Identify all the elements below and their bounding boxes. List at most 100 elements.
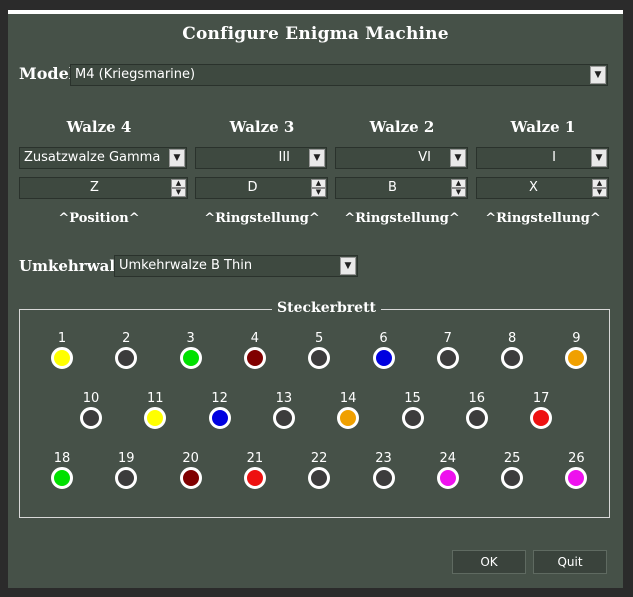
plug-number: 8	[507, 331, 517, 346]
plug-12[interactable]: 12	[205, 391, 235, 429]
config-window: Configure Enigma Machine Model M4 (Krieg…	[8, 10, 623, 588]
walze-2-rotor-select[interactable]: VI ▼	[335, 147, 468, 169]
plug-socket-icon[interactable]	[179, 347, 202, 369]
plug-socket-icon[interactable]	[144, 407, 167, 429]
walze-1-position-spinbox[interactable]: X ▲ ▼	[476, 177, 609, 199]
spin-up-icon[interactable]: ▲	[311, 179, 326, 188]
plug-socket-icon[interactable]	[179, 467, 202, 489]
plug-socket-icon[interactable]	[208, 407, 231, 429]
spin-down-icon[interactable]: ▼	[451, 188, 466, 197]
walze-3-rotor-select[interactable]: III ▼	[195, 147, 327, 169]
spin-down-icon[interactable]: ▼	[171, 188, 186, 197]
model-value: M4 (Kriegsmarine)	[75, 67, 196, 82]
plug-11[interactable]: 11	[140, 391, 170, 429]
walze-2-sublabel: ^Ringstellung^	[344, 211, 460, 226]
plug-number: 26	[568, 451, 585, 466]
plug-5[interactable]: 5	[304, 331, 334, 369]
plug-3[interactable]: 3	[176, 331, 206, 369]
plug-22[interactable]: 22	[304, 451, 334, 489]
plug-17[interactable]: 17	[526, 391, 556, 429]
plug-socket-icon[interactable]	[51, 347, 73, 369]
plug-socket-icon[interactable]	[115, 467, 138, 489]
chevron-down-icon[interactable]: ▼	[309, 149, 325, 167]
walze-4-rotor-select[interactable]: Zusatzwalze Gamma ▼	[19, 147, 187, 169]
plug-socket-icon[interactable]	[243, 347, 266, 369]
chevron-down-icon[interactable]: ▼	[340, 257, 356, 275]
window-title: Configure Enigma Machine	[182, 24, 449, 44]
plug-socket-icon[interactable]	[308, 467, 331, 489]
walze-3-position-spinbox[interactable]: D ▲ ▼	[195, 177, 328, 199]
chevron-down-icon[interactable]: ▼	[169, 149, 185, 167]
chevron-down-icon[interactable]: ▼	[591, 149, 607, 167]
walze-2-position-value: B	[388, 180, 397, 195]
plug-15[interactable]: 15	[398, 391, 428, 429]
spin-up-icon[interactable]: ▲	[451, 179, 466, 188]
walze-3-position-value: D	[247, 180, 258, 195]
model-label: Model	[19, 64, 75, 83]
plug-socket-icon[interactable]	[308, 347, 331, 369]
plug-socket-icon[interactable]	[401, 407, 424, 429]
quit-button[interactable]: Quit	[533, 550, 607, 574]
walze-4-label: Walze 4	[66, 118, 132, 136]
chevron-down-icon[interactable]: ▼	[450, 149, 466, 167]
plug-socket-icon[interactable]	[272, 407, 295, 429]
plug-19[interactable]: 19	[111, 451, 141, 489]
plug-20[interactable]: 20	[176, 451, 206, 489]
plug-2[interactable]: 2	[111, 331, 141, 369]
plug-socket-icon[interactable]	[372, 347, 395, 369]
plug-9[interactable]: 9	[561, 331, 591, 369]
plug-socket-icon[interactable]	[372, 467, 395, 489]
plug-socket-icon[interactable]	[436, 467, 459, 489]
plug-socket-icon[interactable]	[115, 347, 138, 369]
chevron-down-icon[interactable]: ▼	[590, 66, 606, 84]
plug-number: 13	[275, 391, 293, 406]
plug-14[interactable]: 14	[333, 391, 363, 429]
walze-4-position-spinbox[interactable]: Z ▲ ▼	[19, 177, 188, 199]
plug-4[interactable]: 4	[240, 331, 270, 369]
spin-up-icon[interactable]: ▲	[171, 179, 186, 188]
plug-socket-icon[interactable]	[243, 467, 266, 489]
plug-18[interactable]: 18	[47, 451, 77, 489]
plug-13[interactable]: 13	[269, 391, 299, 429]
plug-10[interactable]: 10	[76, 391, 106, 429]
walze-3-label: Walze 3	[229, 118, 295, 136]
plug-8[interactable]: 8	[497, 331, 527, 369]
plug-number: 17	[532, 391, 550, 406]
spin-down-icon[interactable]: ▼	[311, 188, 326, 197]
plug-socket-icon[interactable]	[465, 407, 488, 429]
plug-25[interactable]: 25	[497, 451, 527, 489]
plug-21[interactable]: 21	[240, 451, 270, 489]
plug-socket-icon[interactable]	[565, 467, 588, 489]
umkehrwalze-select[interactable]: Umkehrwalze B Thin ▼	[114, 255, 358, 277]
plug-socket-icon[interactable]	[436, 347, 459, 369]
plug-socket-icon[interactable]	[337, 407, 360, 429]
plug-16[interactable]: 16	[462, 391, 492, 429]
plug-number: 12	[211, 391, 228, 406]
walze-2-position-spinbox[interactable]: B ▲ ▼	[335, 177, 468, 199]
plug-24[interactable]: 24	[433, 451, 463, 489]
spin-down-icon[interactable]: ▼	[592, 188, 607, 197]
walze-1-sublabel: ^Ringstellung^	[485, 211, 601, 226]
plug-socket-icon[interactable]	[501, 347, 524, 369]
plug-socket-icon[interactable]	[51, 467, 73, 489]
plug-26[interactable]: 26	[561, 451, 591, 489]
plug-number: 2	[122, 331, 131, 346]
plug-1[interactable]: 1	[47, 331, 77, 369]
walze-4-rotor-value: Zusatzwalze Gamma	[24, 150, 161, 165]
plug-number: 19	[118, 451, 135, 466]
plug-socket-icon[interactable]	[501, 467, 524, 489]
plug-socket-icon[interactable]	[530, 407, 553, 429]
plug-7[interactable]: 7	[433, 331, 463, 369]
plug-socket-icon[interactable]	[565, 347, 588, 369]
walze-1-rotor-select[interactable]: I ▼	[476, 147, 609, 169]
ok-button[interactable]: OK	[452, 550, 526, 574]
plug-23[interactable]: 23	[369, 451, 399, 489]
model-select[interactable]: M4 (Kriegsmarine) ▼	[70, 64, 608, 86]
umkehrwalze-value: Umkehrwalze B Thin	[119, 258, 253, 273]
walze-4-sublabel: ^Position^	[58, 211, 140, 226]
spin-up-icon[interactable]: ▲	[592, 179, 607, 188]
walze-2-label: Walze 2	[369, 118, 435, 136]
plug-socket-icon[interactable]	[80, 407, 102, 429]
plug-number: 10	[82, 391, 100, 406]
plug-6[interactable]: 6	[369, 331, 399, 369]
